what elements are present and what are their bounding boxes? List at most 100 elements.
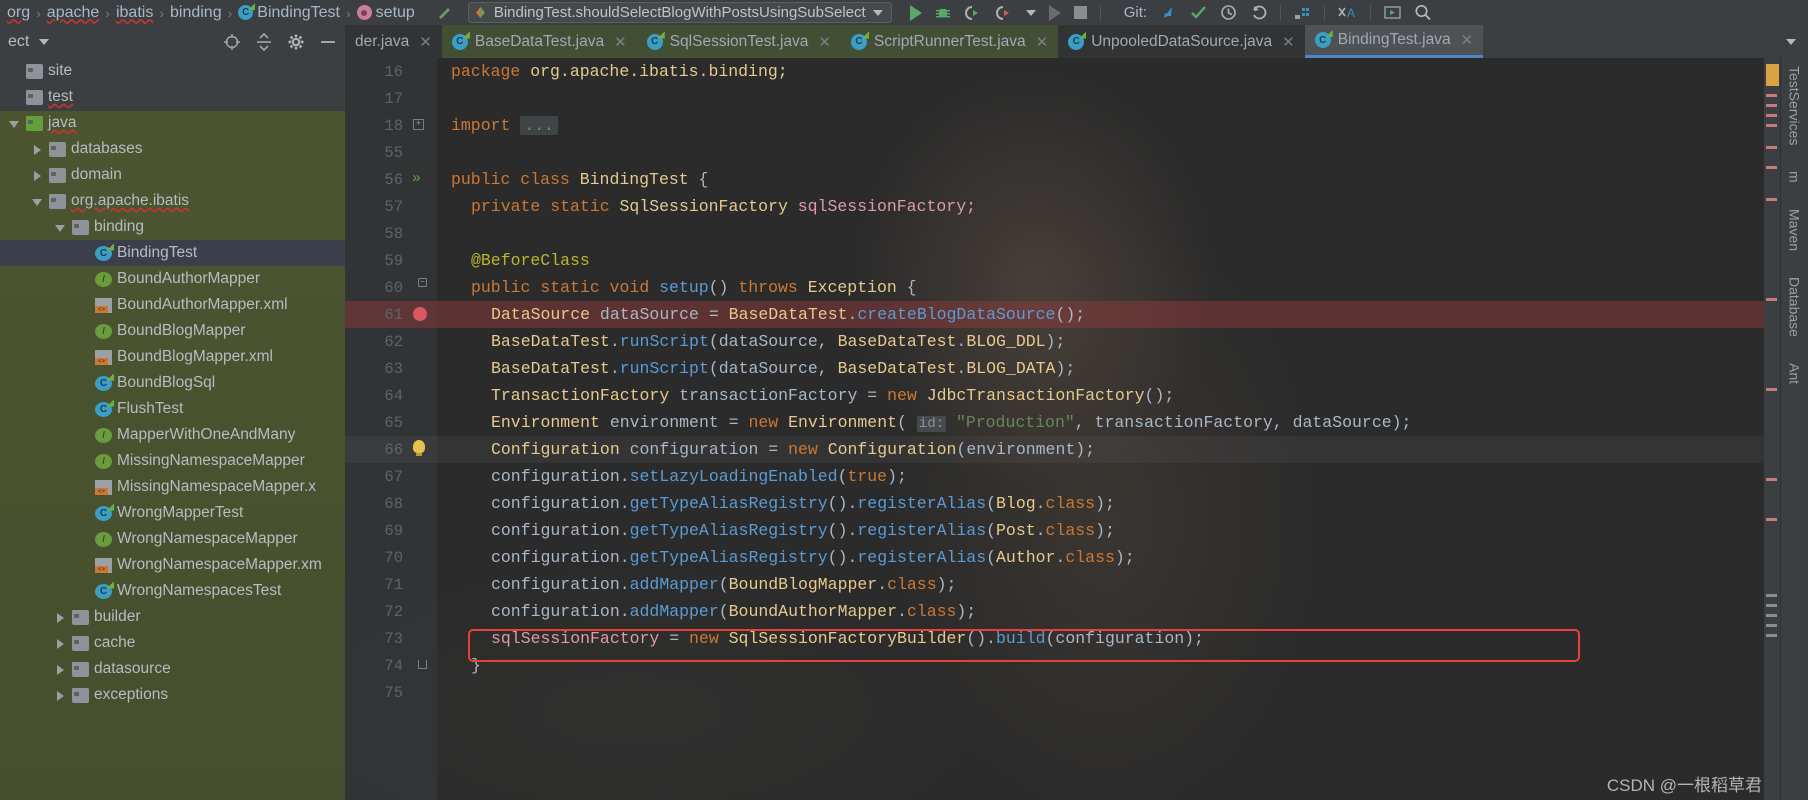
- chevron-down-icon[interactable]: [8, 117, 21, 130]
- tree-item-org-apache-ibatis[interactable]: org.apache.ibatis: [0, 188, 345, 214]
- code-line[interactable]: 59 @BeforeClass: [345, 247, 1780, 274]
- code-line[interactable]: 70 configuration.getTypeAliasRegistry().r…: [345, 544, 1780, 571]
- code-line[interactable]: 71 configuration.addMapper(BoundBlogMappe…: [345, 571, 1780, 598]
- breadcrumb-item-apache[interactable]: apache: [44, 4, 103, 22]
- code-line[interactable]: 67 configuration.setLazyLoadingEnabled(tr…: [345, 463, 1780, 490]
- code-line[interactable]: 62 BaseDataTest.runScript(dataSource, Bas…: [345, 328, 1780, 355]
- undo-icon[interactable]: [1250, 4, 1267, 21]
- code-line[interactable]: 75: [345, 679, 1780, 706]
- make-project-icon[interactable]: [436, 5, 452, 21]
- tool-window-tab-ant[interactable]: Ant: [1787, 359, 1803, 388]
- run-icon[interactable]: [909, 4, 922, 21]
- code-line[interactable]: 69 configuration.getTypeAliasRegistry().r…: [345, 517, 1780, 544]
- lightbulb-icon[interactable]: [413, 440, 425, 456]
- code-line[interactable]: 18 + import ...: [345, 112, 1780, 139]
- breadcrumb-item-org[interactable]: org: [4, 4, 33, 22]
- editor-tab-bindingtest-java[interactable]: C BindingTest.java ✕: [1304, 25, 1484, 58]
- tree-item-builder[interactable]: builder: [0, 604, 345, 630]
- tool-window-tab-maven[interactable]: Maven: [1787, 205, 1803, 255]
- tree-item-missingnamespacemapper[interactable]: I MissingNamespaceMapper: [0, 448, 345, 474]
- chevron-right-icon[interactable]: [31, 169, 44, 182]
- run-with-coverage-icon[interactable]: [964, 5, 982, 21]
- code-line[interactable]: 64 TransactionFactory transactionFactory …: [345, 382, 1780, 409]
- tree-item-domain[interactable]: domain: [0, 162, 345, 188]
- debug-icon[interactable]: [935, 5, 951, 21]
- history-icon[interactable]: [1220, 4, 1237, 21]
- tree-item-test[interactable]: test: [0, 84, 345, 110]
- stop-icon[interactable]: [1073, 6, 1087, 19]
- tree-item-flushtest[interactable]: C FlushTest: [0, 396, 345, 422]
- fold-collapse-icon[interactable]: −: [418, 278, 427, 287]
- tree-item-mapperwithoneandmany[interactable]: I MapperWithOneAndMany: [0, 422, 345, 448]
- tree-item-missingnamespacemapper-x[interactable]: MissingNamespaceMapper.x: [0, 474, 345, 500]
- code-line[interactable]: 73 sqlSessionFactory = new SqlSessionFact…: [345, 625, 1780, 652]
- editor-tab-basedatatest-java[interactable]: C BaseDataTest.java ✕: [441, 25, 637, 58]
- gear-icon[interactable]: [287, 33, 305, 51]
- close-icon[interactable]: ✕: [1036, 33, 1049, 51]
- breadcrumb-item-binding[interactable]: binding: [167, 4, 225, 22]
- chevron-down-icon[interactable]: [54, 221, 67, 234]
- chevron-right-icon[interactable]: [54, 663, 67, 676]
- locate-icon[interactable]: [223, 33, 241, 51]
- code-editor[interactable]: 16 package org.apache.ibatis.binding; 17 18…: [345, 58, 1780, 800]
- run-configuration-selector[interactable]: BindingTest.shouldSelectBlogWithPostsUsi…: [467, 2, 892, 23]
- chevron-down-icon-tabs[interactable]: [1786, 38, 1796, 45]
- git-commit-icon[interactable]: [1190, 4, 1207, 21]
- code-line[interactable]: 58: [345, 220, 1780, 247]
- chevron-down-icon-2[interactable]: [1025, 9, 1036, 16]
- code-line[interactable]: 63 BaseDataTest.runScript(dataSource, Bas…: [345, 355, 1780, 382]
- close-icon[interactable]: ✕: [419, 33, 432, 51]
- close-icon[interactable]: ✕: [1282, 33, 1295, 51]
- breakpoint-icon[interactable]: [413, 307, 427, 321]
- layout-icon[interactable]: [1294, 4, 1311, 21]
- code-line[interactable]: 61 DataSource dataSource = BaseDataTest.c…: [345, 301, 1780, 328]
- right-tool-window-bar[interactable]: TestServices m Maven Database Ant: [1780, 58, 1808, 800]
- tree-item-wrongnamespacemapper-xm[interactable]: WrongNamespaceMapper.xm: [0, 552, 345, 578]
- tree-item-site[interactable]: site: [0, 58, 345, 84]
- git-update-icon[interactable]: [1160, 4, 1177, 21]
- tree-item-datasource[interactable]: datasource: [0, 656, 345, 682]
- search-icon[interactable]: [1414, 4, 1432, 21]
- chevron-right-icon[interactable]: [54, 611, 67, 624]
- tree-item-boundblogmapper-xml[interactable]: BoundBlogMapper.xml: [0, 344, 345, 370]
- tree-item-boundauthormapper-xml[interactable]: BoundAuthorMapper.xml: [0, 292, 345, 318]
- project-tree-panel[interactable]: site test java databases domain org.apache.ib…: [0, 58, 345, 800]
- run-test-icon[interactable]: »: [412, 171, 421, 186]
- project-tree[interactable]: site test java databases domain org.apache.ib…: [0, 58, 345, 708]
- collapse-all-icon[interactable]: [255, 32, 273, 51]
- chevron-right-icon[interactable]: [31, 143, 44, 156]
- editor-tab-scriptrunnertest-java[interactable]: C ScriptRunnerTest.java ✕: [841, 25, 1059, 58]
- code-line[interactable]: 60 − public static void setup() throws Exc…: [345, 274, 1780, 301]
- profile-icon[interactable]: [995, 5, 1013, 21]
- breadcrumb-item-bindingtest[interactable]: C BindingTest: [235, 4, 343, 22]
- project-view-chevron-icon[interactable]: [39, 38, 50, 45]
- code-line[interactable]: 17: [345, 85, 1780, 112]
- editor-tab-der-java[interactable]: der.java ✕: [345, 25, 442, 58]
- code-line[interactable]: 65 Environment environment = new Environm…: [345, 409, 1780, 436]
- code-line[interactable]: 68 configuration.getTypeAliasRegistry().r…: [345, 490, 1780, 517]
- tool-window-tab-testservices[interactable]: TestServices: [1787, 62, 1803, 149]
- close-icon[interactable]: ✕: [818, 33, 831, 51]
- tab-list-dropdown[interactable]: [1774, 25, 1808, 58]
- tree-item-bindingtest[interactable]: C BindingTest: [0, 240, 345, 266]
- chevron-down-icon[interactable]: [31, 195, 44, 208]
- code-line[interactable]: 55: [345, 139, 1780, 166]
- code-line[interactable]: 66 Configuration configuration = new Conf…: [345, 436, 1780, 463]
- tree-item-wrongnamespacestest[interactable]: C WrongNamespacesTest: [0, 578, 345, 604]
- editor-tab-unpooleddatasource-java[interactable]: C UnpooledDataSource.java ✕: [1058, 25, 1305, 58]
- code-line[interactable]: 74}: [345, 652, 1780, 679]
- run-anything-icon[interactable]: [1384, 4, 1401, 21]
- code-line[interactable]: 57 private static SqlSessionFactory sqlSe…: [345, 193, 1780, 220]
- tree-item-wrongmappertest[interactable]: C WrongMapperTest: [0, 500, 345, 526]
- hide-panel-icon[interactable]: [319, 33, 337, 51]
- fold-end-icon[interactable]: [418, 660, 427, 669]
- tree-item-boundblogsql[interactable]: C BoundBlogSql: [0, 370, 345, 396]
- tree-item-boundblogmapper[interactable]: I BoundBlogMapper: [0, 318, 345, 344]
- tree-item-databases[interactable]: databases: [0, 136, 345, 162]
- translate-icon[interactable]: A: [1338, 4, 1357, 21]
- rerun-icon[interactable]: [1048, 4, 1061, 21]
- tree-item-exceptions[interactable]: exceptions: [0, 682, 345, 708]
- breadcrumb-item-setup[interactable]: setup: [354, 4, 418, 22]
- breadcrumb-item-ibatis[interactable]: ibatis: [113, 4, 156, 22]
- tree-item-java[interactable]: java: [0, 110, 345, 136]
